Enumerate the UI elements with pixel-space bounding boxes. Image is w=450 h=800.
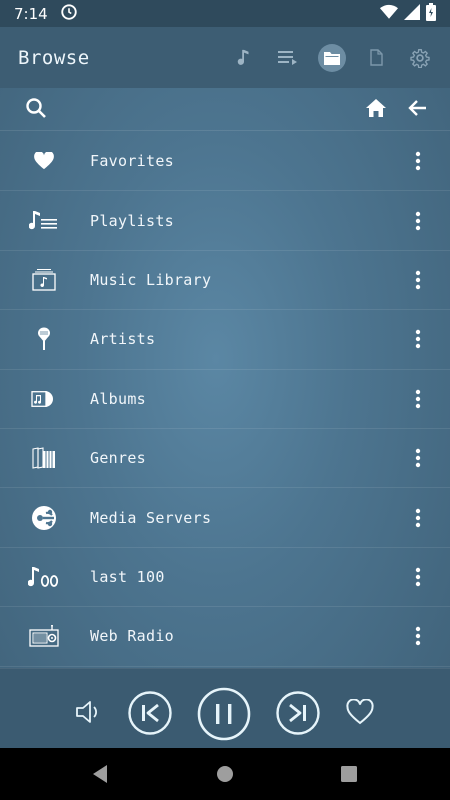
more-options-icon[interactable] — [404, 557, 432, 597]
wifi-icon — [380, 4, 398, 24]
media-server-icon — [28, 502, 60, 534]
status-bar: 7:14 — [0, 0, 450, 27]
status-time: 7:14 — [14, 4, 48, 23]
heart-icon — [28, 145, 60, 177]
favorite-icon[interactable] — [344, 698, 376, 726]
more-options-icon[interactable] — [404, 616, 432, 656]
list-item-label: Music Library — [90, 270, 212, 289]
volume-icon[interactable] — [72, 695, 106, 729]
genres-icon — [28, 442, 60, 474]
music-note-icon[interactable] — [222, 36, 266, 80]
nav-back-icon[interactable] — [88, 762, 112, 786]
search-row — [0, 88, 450, 131]
app-window: 7:14 Browse Favorites Playlists Music Li… — [0, 0, 450, 748]
page-title: Browse — [18, 46, 90, 69]
file-icon[interactable] — [354, 36, 398, 80]
queue-icon[interactable] — [266, 36, 310, 80]
list-item-label: last 100 — [90, 567, 165, 586]
signal-icon — [404, 3, 420, 24]
list-item-label: Playlists — [90, 211, 174, 230]
player-bar — [0, 668, 450, 748]
pause-icon[interactable] — [197, 687, 251, 741]
list-item-label: Albums — [90, 389, 146, 408]
list-item-web-radio[interactable]: Web Radio — [0, 607, 450, 667]
clock-sync-icon — [60, 3, 78, 25]
list-item-albums[interactable]: Albums — [0, 370, 450, 429]
list-item-label: Media Servers — [90, 508, 212, 527]
more-options-icon[interactable] — [404, 379, 432, 419]
more-options-icon[interactable] — [404, 438, 432, 478]
folder-icon — [324, 51, 340, 65]
more-options-icon[interactable] — [404, 260, 432, 300]
list-item-playlists[interactable]: Playlists — [0, 191, 450, 251]
folder-tab[interactable] — [310, 36, 354, 80]
settings-icon[interactable] — [398, 36, 442, 80]
battery-icon — [426, 2, 436, 25]
more-options-icon[interactable] — [404, 201, 432, 241]
browse-list: Favorites Playlists Music Library Artist… — [0, 132, 450, 667]
list-item-last-100[interactable]: last 100 — [0, 548, 450, 608]
previous-icon[interactable] — [128, 691, 172, 735]
toolbar: Browse — [0, 27, 450, 88]
list-item-label: Web Radio — [90, 627, 174, 646]
back-arrow-icon[interactable] — [406, 95, 430, 125]
home-icon[interactable] — [364, 95, 388, 125]
list-item-label: Genres — [90, 449, 146, 468]
list-item-media-servers[interactable]: Media Servers — [0, 488, 450, 548]
list-item-label: Artists — [90, 330, 156, 349]
more-options-icon[interactable] — [404, 319, 432, 359]
more-options-icon[interactable] — [404, 498, 432, 538]
list-item-genres[interactable]: Genres — [0, 429, 450, 489]
list-item-music-library[interactable]: Music Library — [0, 251, 450, 311]
list-item-label: Favorites — [90, 152, 174, 171]
radio-icon — [28, 620, 60, 652]
nav-home-icon[interactable] — [213, 762, 237, 786]
microphone-icon — [28, 323, 60, 355]
more-options-icon[interactable] — [404, 141, 432, 181]
list-item-favorites[interactable]: Favorites — [0, 132, 450, 192]
search-icon[interactable] — [24, 95, 48, 125]
list-item-artists[interactable]: Artists — [0, 310, 450, 370]
nav-recents-icon[interactable] — [337, 762, 361, 786]
last-100-icon — [28, 561, 60, 593]
playlist-icon — [28, 205, 60, 237]
album-icon — [28, 383, 60, 415]
next-icon[interactable] — [276, 691, 320, 735]
music-library-icon — [28, 264, 60, 296]
system-nav-bar — [0, 748, 450, 800]
